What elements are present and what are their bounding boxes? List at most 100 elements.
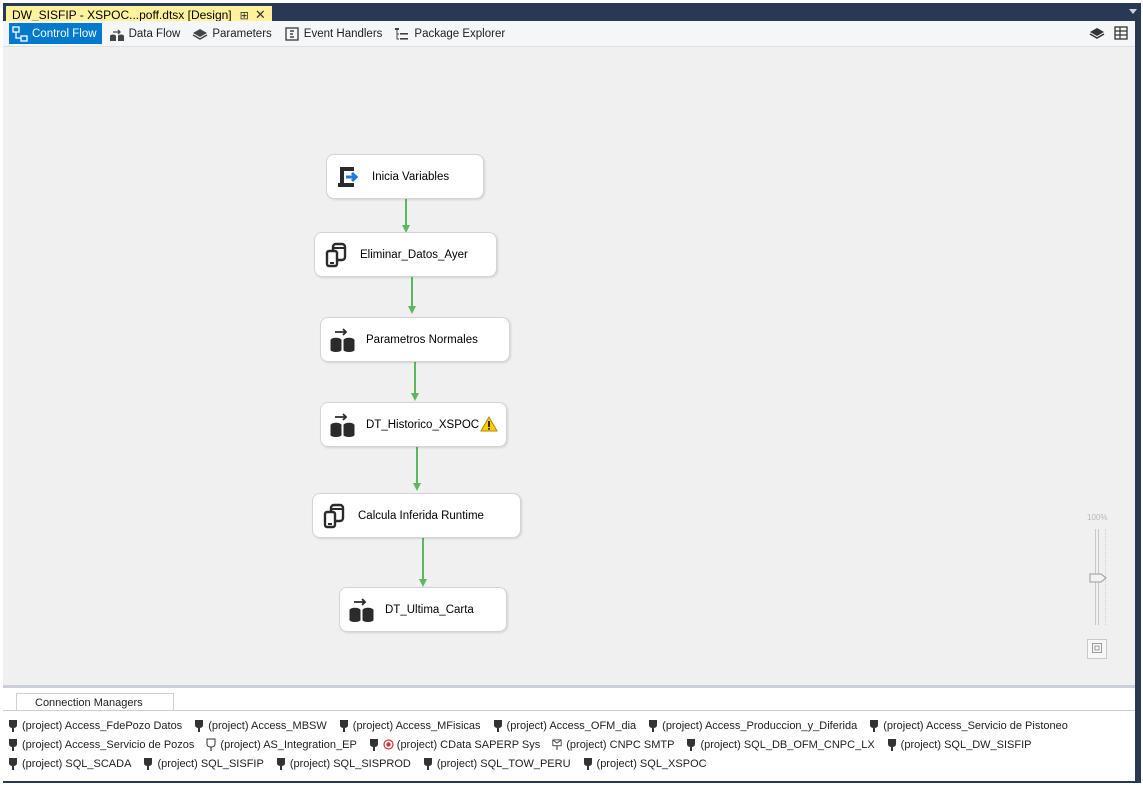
connection-item[interactable]: (project) SQL_XSPOC (583, 756, 707, 771)
precedence-arrowhead (413, 483, 421, 491)
connection-label: (project) Access_FdePozo Datos (22, 719, 183, 732)
connection-item[interactable]: (project) CData SAPERP Sys (369, 737, 540, 752)
connection-label: (project) SQL_SISFIP (157, 757, 264, 770)
task-label: DT_Historico_XSPOC (366, 418, 480, 431)
script-task-icon (334, 163, 362, 191)
parameters-icon (192, 26, 208, 42)
connection-label: (project) AS_Integration_EP (220, 738, 357, 751)
connection-icon (339, 719, 349, 732)
task-inicia-variables[interactable]: Inicia Variables (326, 154, 484, 199)
connection-item[interactable]: (project) SQL_TOW_PERU (423, 756, 571, 771)
task-label: Parametros Normales (366, 333, 478, 346)
tab-label: Data Flow (128, 27, 181, 40)
data-flow-task-icon (328, 326, 356, 354)
connection-icon (423, 757, 433, 770)
connection-icon (143, 757, 153, 770)
warning-icon[interactable] (480, 415, 498, 435)
zoom-fit-button[interactable] (1087, 639, 1107, 659)
task-label: DT_Ultima_Carta (385, 603, 474, 616)
precedence-constraint[interactable] (416, 445, 418, 485)
precedence-constraint[interactable] (414, 361, 416, 395)
tab-event-handlers[interactable]: Event Handlers (281, 23, 388, 44)
task-eliminar-datos-ayer[interactable]: Eliminar_Datos_Ayer (314, 232, 497, 277)
precedence-constraint[interactable] (411, 274, 413, 308)
execute-sql-task-icon (322, 241, 350, 269)
connection-item[interactable]: (project) Access_MFisicas (339, 718, 481, 733)
connection-icon (686, 738, 696, 751)
task-parametros-normales[interactable]: Parametros Normales (320, 317, 510, 362)
connection-icon (8, 757, 18, 770)
data-flow-icon (109, 26, 125, 42)
document-tab-title: DW_SISFIP - XSPOC...poff.dtsx [Design] (12, 8, 232, 22)
connection-label: (project) Access_OFM_dia (506, 719, 637, 732)
chevron-down-icon[interactable] (1129, 9, 1137, 14)
connection-label: (project) Access_Servicio de Pozos (22, 738, 195, 751)
analysis-services-connection-icon (206, 738, 216, 751)
connection-item[interactable]: (project) SQL_SISFIP (143, 756, 264, 771)
precedence-arrowhead (408, 306, 416, 314)
execute-sql-task-icon (320, 502, 348, 530)
task-calcula-inferida-runtime[interactable]: Calcula Inferida Runtime (312, 493, 521, 538)
tab-label: Package Explorer (414, 27, 506, 40)
connection-icon (648, 719, 658, 732)
connection-icon (887, 738, 897, 751)
connection-item[interactable]: (project) SQL_DB_OFM_CNPC_LX (686, 737, 875, 752)
connection-item[interactable]: (project) Access_Produccion_y_Diferida (648, 718, 857, 733)
event-handlers-icon (284, 26, 300, 42)
toolbar-right (1089, 25, 1129, 41)
zoom-control: 100% (1083, 509, 1119, 669)
connection-icon (369, 738, 379, 751)
connection-label: (project) CNPC SMTP (566, 738, 675, 751)
tab-package-explorer[interactable]: Package Explorer (391, 23, 510, 44)
package-explorer-icon (394, 26, 410, 42)
connection-item[interactable]: (project) AS_Integration_EP (206, 737, 357, 752)
tab-control-flow[interactable]: Control Flow (9, 23, 102, 44)
connection-label: (project) Access_MFisicas (352, 719, 481, 732)
connection-label: (project) CData SAPERP Sys (396, 738, 541, 751)
connection-label: (project) SQL_SCADA (22, 757, 132, 770)
connection-managers-list: (project) Access_FdePozo Datos (project)… (8, 718, 1132, 771)
connection-icon (8, 738, 18, 751)
connection-icon (8, 719, 18, 732)
task-label: Inicia Variables (372, 170, 450, 183)
connection-item[interactable]: (project) Access_Servicio de Pistoneo (869, 718, 1068, 733)
task-dt-ultima-carta[interactable]: DT_Ultima_Carta (339, 587, 507, 632)
connection-label: (project) SQL_SISPROD (289, 757, 411, 770)
connection-label: (project) SQL_XSPOC (596, 757, 707, 770)
connection-label: (project) SQL_TOW_PERU (436, 757, 571, 770)
precedence-constraint[interactable] (422, 537, 424, 581)
fit-to-window-icon (1091, 642, 1103, 657)
control-flow-canvas[interactable]: Inicia Variables Eliminar_Datos_Ayer Par… (3, 47, 1135, 685)
pin-icon[interactable]: ⊞ (240, 9, 249, 22)
grid-icon[interactable] (1113, 25, 1129, 41)
connection-managers-tab[interactable]: Connection Managers (16, 693, 174, 711)
connection-label: (project) SQL_DB_OFM_CNPC_LX (700, 738, 875, 751)
connection-icon (194, 719, 204, 732)
connection-label: (project) Access_Produccion_y_Diferida (662, 719, 858, 732)
connection-label: (project) Access_MBSW (208, 719, 327, 732)
precedence-arrowhead (419, 579, 427, 587)
variables-icon[interactable] (1089, 25, 1105, 41)
data-flow-task-icon (347, 596, 375, 624)
connection-managers-panel: Connection Managers (project) Access_Fde… (3, 688, 1135, 781)
task-label: Eliminar_Datos_Ayer (360, 248, 468, 261)
connection-icon (276, 757, 286, 770)
connection-item[interactable]: (project) CNPC SMTP (552, 737, 674, 752)
task-label: Calcula Inferida Runtime (358, 509, 484, 522)
connection-item[interactable]: (project) SQL_SCADA (8, 756, 131, 771)
precedence-constraint[interactable] (405, 199, 407, 227)
connection-item[interactable]: (project) Access_FdePozo Datos (8, 718, 182, 733)
control-flow-icon (12, 25, 28, 42)
tab-data-flow[interactable]: Data Flow (106, 23, 186, 44)
tab-parameters[interactable]: Parameters (189, 23, 276, 44)
task-dt-historico-xspoc[interactable]: DT_Historico_XSPOC (320, 402, 507, 447)
connection-item[interactable]: (project) SQL_SISPROD (276, 756, 411, 771)
connection-item[interactable]: (project) Access_Servicio de Pozos (8, 737, 194, 752)
zoom-slider-thumb[interactable] (1089, 573, 1107, 583)
connection-item[interactable]: (project) Access_OFM_dia (493, 718, 637, 733)
connection-item[interactable]: (project) Access_MBSW (194, 718, 327, 733)
connection-icon (493, 719, 503, 732)
zoom-percent: 100% (1087, 513, 1108, 522)
connection-item[interactable]: (project) SQL_DW_SISFIP (887, 737, 1032, 752)
data-flow-task-icon (328, 411, 356, 439)
